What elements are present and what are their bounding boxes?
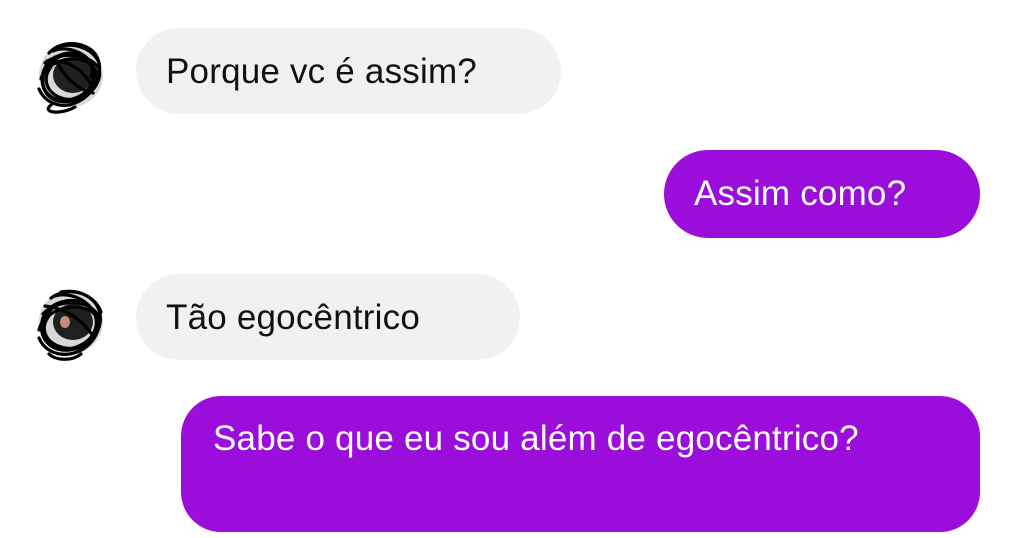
scribble-censor-icon — [37, 42, 102, 114]
message-text: Porque vc é assim? — [166, 52, 477, 91]
message-text: Assim como? — [694, 174, 907, 213]
message-bubble-incoming[interactable]: Tão egocêntrico — [136, 274, 520, 360]
sender-avatar[interactable] — [37, 289, 103, 361]
message-bubble-outgoing[interactable]: Sabe o que eu sou além de egocêntrico? — [181, 396, 980, 532]
chat-thread: Porque vc é assim? Assim como? Tão egocê… — [0, 0, 1024, 538]
message-text: Sabe o que eu sou além de egocêntrico? — [213, 419, 859, 458]
message-bubble-incoming[interactable]: Porque vc é assim? — [136, 28, 561, 114]
sender-avatar[interactable] — [37, 42, 103, 114]
message-text: Tão egocêntrico — [166, 298, 420, 337]
message-bubble-outgoing[interactable]: Assim como? — [664, 150, 980, 238]
scribble-censor-icon — [37, 289, 103, 361]
